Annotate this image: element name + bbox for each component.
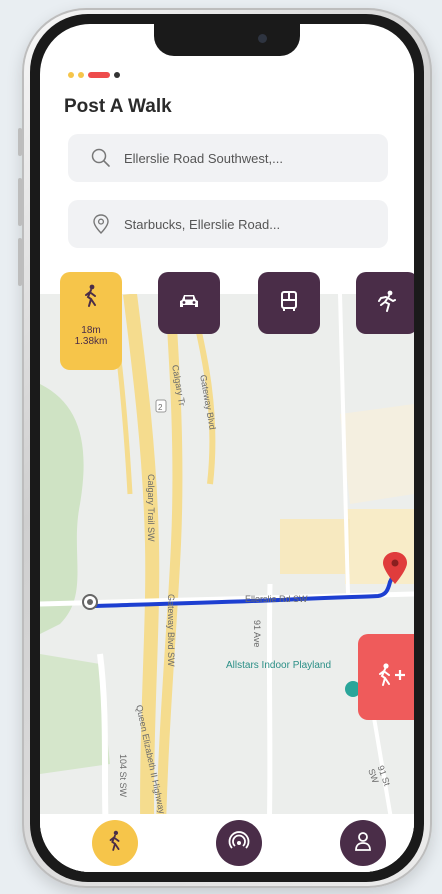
add-walker-icon (376, 662, 410, 693)
map-label-calgary-trail-sw: Calgary Trail SW (146, 474, 156, 542)
nav-walk-button[interactable] (92, 820, 138, 866)
logo-dot-dark (114, 72, 120, 78)
running-icon (376, 290, 398, 317)
route-start-dot (87, 599, 93, 605)
map-label-gateway-blvd-sw: Gateway Blvd SW (166, 594, 176, 667)
bottom-navigation (40, 814, 414, 872)
route-map[interactable]: 2 Calgary Tr Gateway Blvd Calgary Trail … (40, 293, 414, 872)
location-pin-icon (90, 213, 112, 235)
map-label-route-shield: 2 (158, 403, 163, 412)
map-canvas (40, 293, 414, 872)
run-mode-button[interactable] (356, 272, 414, 334)
add-walk-button[interactable] (358, 634, 414, 720)
nav-broadcast-button[interactable] (216, 820, 262, 866)
logo-pill-red (88, 72, 110, 78)
camera-icon (258, 34, 267, 43)
app-screen: Post A Walk Ellerslie Road Southwest,...… (40, 24, 414, 872)
commercial-area-2 (280, 519, 350, 574)
car-icon (178, 292, 200, 315)
destination-field[interactable] (68, 200, 388, 248)
bus-icon (279, 290, 299, 317)
volume-down-button (18, 238, 22, 286)
broadcast-icon (228, 830, 250, 857)
commercial-area (345, 509, 414, 584)
volume-up-button (18, 178, 22, 226)
user-icon (353, 830, 373, 857)
block-area (340, 404, 414, 504)
transit-mode-button[interactable] (258, 272, 320, 334)
search-icon (90, 147, 112, 169)
map-label-ellerslie-rd: Ellerslie Rd SW (245, 594, 308, 604)
destination-input[interactable] (122, 215, 346, 233)
phone-bezel: Post A Walk Ellerslie Road Southwest,...… (30, 14, 424, 882)
nav-profile-button[interactable] (340, 820, 386, 866)
map-label-allstars: Allstars Indoor Playland (226, 660, 332, 671)
walking-icon (106, 830, 124, 857)
walk-mode-button[interactable]: 18m 1.38km (60, 272, 122, 370)
page-title: Post A Walk (64, 96, 172, 117)
origin-field[interactable] (68, 134, 388, 182)
walk-distance: 1.38km (74, 336, 108, 347)
phone-frame: Post A Walk Ellerslie Road Southwest,...… (18, 8, 432, 888)
walk-time: 18m (81, 325, 101, 336)
walking-icon (81, 284, 101, 313)
car-mode-button[interactable] (158, 272, 220, 334)
notch (154, 24, 300, 56)
logo-dot-yellow (68, 72, 74, 78)
map-label-91-ave: 91 Ave (252, 620, 262, 648)
route-end-dot (391, 559, 399, 567)
silent-switch (18, 128, 22, 156)
app-logo-dots (68, 72, 120, 78)
map-label-104-st: 104 St SW (118, 754, 128, 798)
logo-dot-yellow-2 (78, 72, 84, 78)
origin-input[interactable] (122, 149, 346, 167)
